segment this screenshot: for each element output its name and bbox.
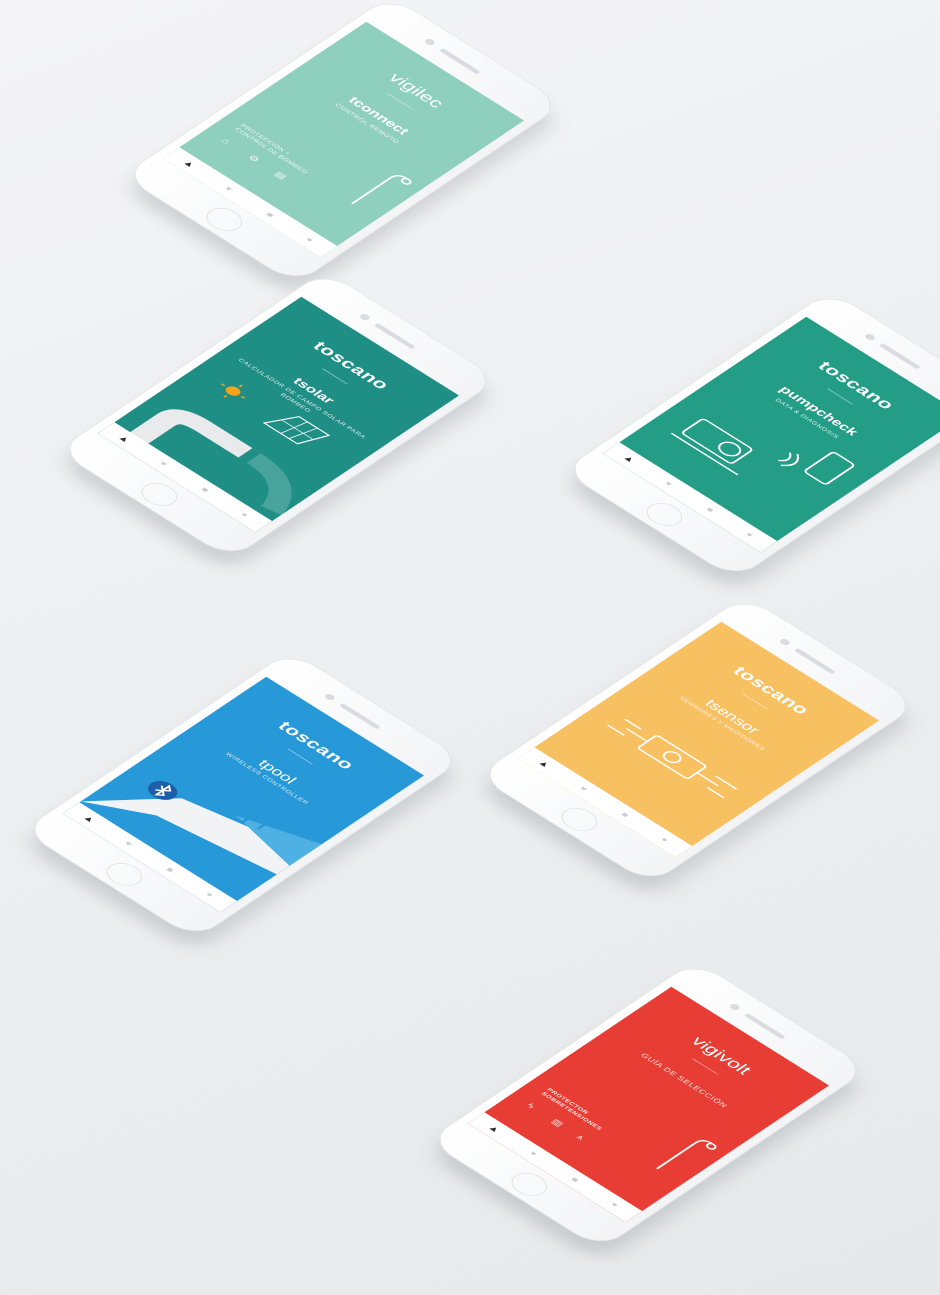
heart-icon[interactable]: ♥ (157, 460, 169, 468)
user-icon[interactable]: ● (743, 531, 755, 539)
brand-logo: vigivolt (687, 1034, 756, 1078)
phone-body: toscano pumpcheck DATA & DIAGNOSIS ▲ ♥ ■… (561, 290, 940, 580)
brand-logo: vigilec (384, 70, 448, 111)
home-icon[interactable]: ▲ (116, 434, 133, 445)
meter-icon: ▤ (272, 170, 289, 182)
smartphone-icon (804, 452, 855, 485)
brand-logo: toscano (813, 358, 899, 413)
user-icon[interactable]: ● (608, 1201, 620, 1209)
section-label: PROTECCIÓN + CONTROL DE BOMBEO (233, 123, 309, 175)
lamppost-icon (351, 175, 412, 205)
phone-body: toscano tsolar CALCULADOR DE CAMPO SOLAR… (56, 270, 500, 560)
heart-icon[interactable]: ♥ (577, 785, 589, 793)
app-title: GUÍA DE SELECCIÓN (639, 1051, 730, 1109)
home-icon[interactable]: ▲ (486, 1124, 503, 1135)
phone-tconnect: vigilec tconnect CONTROL REMOTO PROTECCI… (119, 0, 565, 299)
user-icon[interactable]: ● (303, 236, 315, 244)
heart-icon[interactable]: ♥ (122, 840, 134, 848)
front-camera (728, 1002, 742, 1012)
front-camera (358, 312, 372, 322)
user-icon[interactable]: ● (203, 891, 215, 899)
front-camera (863, 332, 877, 342)
phone-vigivolt: vigivolt GUÍA DE SELECCIÓN PROTECTOR SOB… (424, 960, 870, 1264)
phone-body: vigivolt GUÍA DE SELECCIÓN PROTECTOR SOB… (426, 960, 870, 1250)
cart-icon[interactable]: ■ (164, 866, 176, 874)
phone-tsensor: toscano tsensor SENSORES Y MEDIDORES ▲ ♥… (474, 595, 920, 899)
tab-bar: ▲ ♥ ■ ● (162, 147, 338, 258)
heart-icon[interactable]: ♥ (222, 185, 234, 193)
heart-icon[interactable]: ♥ (527, 1150, 539, 1158)
cart-icon[interactable]: ■ (704, 506, 716, 514)
cart-icon[interactable]: ■ (619, 811, 631, 819)
app-title: tconnect (345, 95, 412, 138)
cart-icon[interactable]: ■ (569, 1176, 581, 1184)
front-camera (423, 37, 437, 47)
phone-tsolar: toscano tsolar CALCULADOR DE CAMPO SOLAR… (54, 270, 500, 574)
front-camera (778, 637, 792, 647)
phone-body: toscano tsensor SENSORES Y MEDIDORES ▲ ♥… (476, 595, 920, 885)
transformer-icon: ▥ (548, 1117, 566, 1129)
heart-icon[interactable]: ♥ (662, 480, 674, 488)
phone-pumpcheck: toscano pumpcheck DATA & DIAGNOSIS ▲ ♥ ■… (559, 290, 940, 594)
brand-logo: toscano (728, 663, 814, 718)
sun-icon (220, 383, 246, 399)
pump-icon: ⚙ (245, 153, 262, 165)
phone-body: toscano tpool WIRELESS CONTROLLER ▲ ♥ ■ … (21, 650, 465, 940)
front-camera (323, 692, 337, 702)
pump-motor-icon (670, 418, 753, 476)
home-icon[interactable]: ▲ (536, 759, 553, 770)
phone-tpool: toscano tpool WIRELESS CONTROLLER ▲ ♥ ■ … (19, 650, 465, 954)
home-icon[interactable]: ▲ (181, 159, 198, 170)
cart-icon[interactable]: ■ (199, 486, 211, 494)
tower-icon: ⩚ (573, 1133, 588, 1142)
home-icon[interactable]: ▲ (621, 454, 638, 465)
brand-logo: toscano (273, 718, 359, 773)
user-icon[interactable]: ● (238, 511, 250, 519)
home-icon[interactable]: ▲ (81, 814, 98, 825)
phone-body: vigilec tconnect CONTROL REMOTO PROTECCI… (121, 0, 565, 285)
section-label: PROTECTOR SOBRETENSIONES (539, 1087, 604, 1132)
cart-icon[interactable]: ■ (264, 211, 276, 219)
user-icon[interactable]: ● (658, 836, 670, 844)
lamppost-icon (656, 1140, 717, 1170)
pump-station-icon: ⌂ (219, 137, 233, 146)
lightning-icon: ϟ (524, 1102, 537, 1111)
